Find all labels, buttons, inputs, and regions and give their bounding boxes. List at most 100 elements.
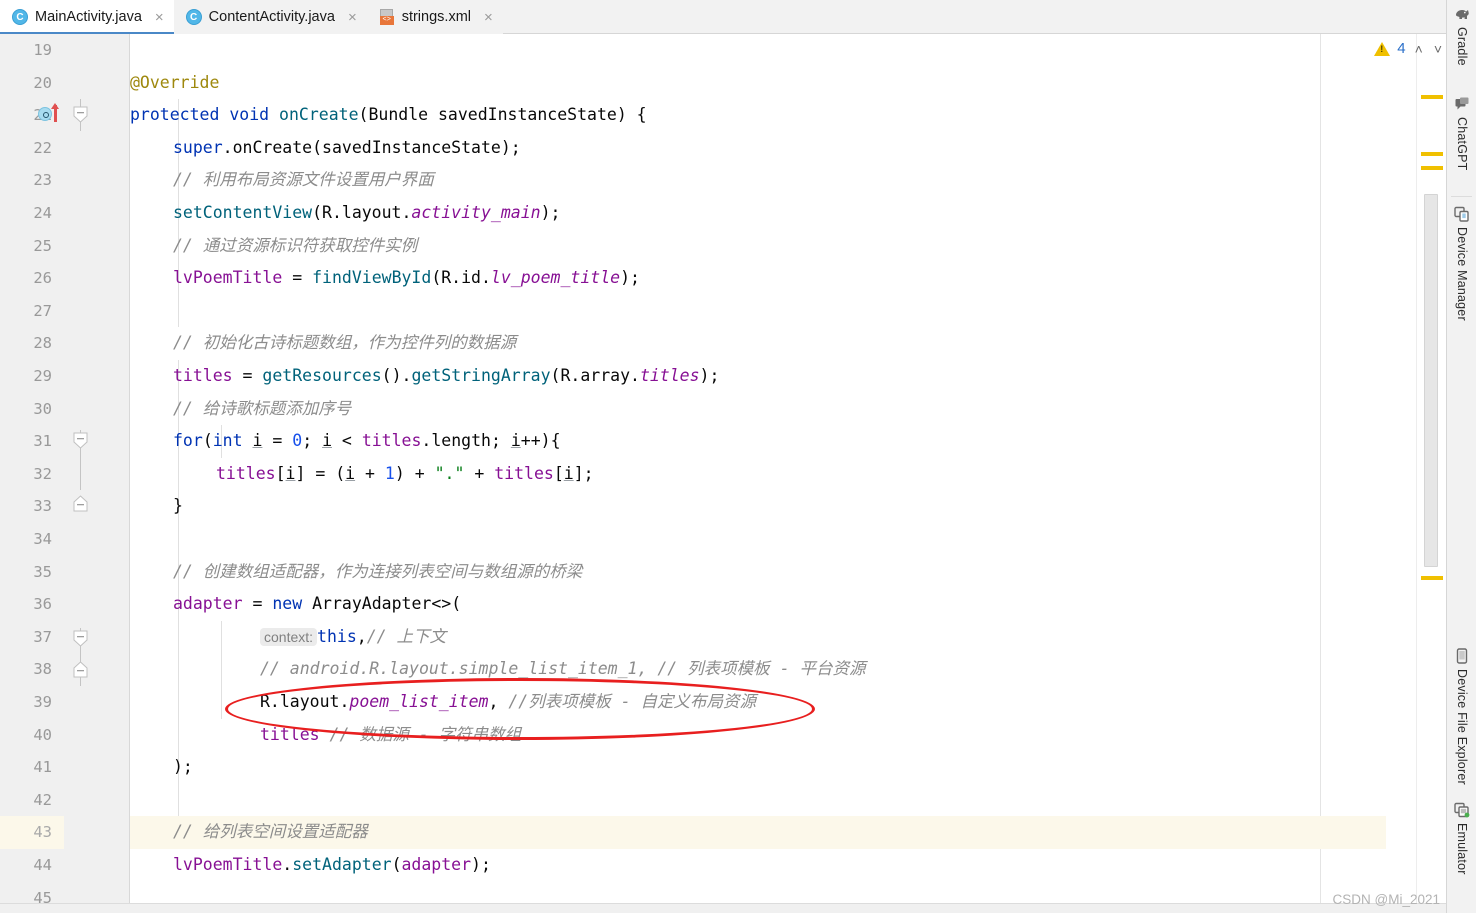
tool-button-chatgpt[interactable]: ChatGPT bbox=[1447, 96, 1476, 171]
line-number: 29 bbox=[33, 367, 52, 385]
code-token: this bbox=[317, 626, 357, 646]
warning-marker[interactable] bbox=[1421, 152, 1443, 156]
tool-label: ChatGPT bbox=[1455, 117, 1469, 171]
code-line: // 创建数组适配器，作为连接列表空间与数组源的桥梁 bbox=[130, 556, 1386, 589]
code-token: i bbox=[322, 431, 332, 451]
code-line: // 给诗歌标题添加序号 bbox=[130, 393, 1386, 426]
inlay-hint-context[interactable]: context: bbox=[260, 627, 318, 646]
tab-contentactivity-java[interactable]: C ContentActivity.java × bbox=[173, 0, 367, 34]
line-number: 32 bbox=[33, 464, 52, 483]
code-token: lv_poem_title bbox=[490, 268, 621, 288]
code-token: Bundle bbox=[368, 105, 429, 125]
close-icon[interactable]: × bbox=[348, 10, 357, 25]
inspection-status-widget[interactable]: 4 ˄ ˅ bbox=[1374, 40, 1444, 57]
chevron-down-icon[interactable]: ˅ bbox=[1432, 41, 1444, 57]
line-number-gutter: 19 20 21 22 23 24 25 26 27 28 29 30 31 3… bbox=[0, 34, 64, 913]
code-line: // 初始化古诗标题数组，作为控件列的数据源 bbox=[130, 327, 1386, 360]
tab-label: strings.xml bbox=[401, 9, 471, 25]
fold-region-end-icon[interactable] bbox=[73, 495, 88, 512]
line-number: 39 bbox=[33, 693, 52, 711]
status-bar bbox=[0, 903, 1446, 913]
code-editor[interactable]: 19 20 21 22 23 24 25 26 27 28 29 30 31 3… bbox=[0, 34, 1446, 913]
code-comment: // 初始化古诗标题数组，作为控件列的数据源 bbox=[173, 333, 517, 353]
code-token: titles bbox=[639, 366, 700, 385]
code-token: i bbox=[252, 431, 263, 451]
line-number: 24 bbox=[33, 204, 52, 222]
tool-button-device-file-explorer[interactable]: Device File Explorer bbox=[1447, 648, 1476, 785]
code-line-current: // 给列表空间设置适配器 bbox=[130, 816, 1386, 849]
code-line: // 利用布局资源文件设置用户界面 bbox=[130, 164, 1386, 197]
tool-button-gradle[interactable]: Gradle bbox=[1447, 6, 1476, 66]
code-comment: // 给列表空间设置适配器 bbox=[173, 822, 368, 842]
code-token: super bbox=[173, 137, 223, 157]
fold-region-end-icon[interactable] bbox=[73, 661, 88, 678]
code-token: new bbox=[272, 594, 303, 614]
watermark: CSDN @Mi_2021 bbox=[1332, 892, 1441, 907]
line-number: 23 bbox=[33, 171, 52, 190]
code-token: poem_list_item bbox=[349, 692, 489, 711]
line-number: 22 bbox=[33, 138, 52, 157]
code-line: // android.R.layout.simple_list_item_1, … bbox=[130, 653, 1386, 686]
code-comment: //列表项模板 - 自定义布局资源 bbox=[508, 692, 757, 711]
close-icon[interactable]: × bbox=[155, 10, 164, 25]
override-method-icon[interactable] bbox=[38, 103, 64, 124]
code-comment: // 利用布局资源文件设置用户界面 bbox=[173, 170, 434, 190]
right-tool-window-bar: Gradle ChatGPT Device Manager Device Fil… bbox=[1446, 0, 1476, 913]
fold-region-icon[interactable] bbox=[73, 106, 88, 123]
code-token: adapter bbox=[401, 855, 472, 874]
code-token: for bbox=[173, 431, 203, 451]
line-number: 38 bbox=[33, 660, 52, 679]
tool-label: Device Manager bbox=[1455, 227, 1469, 321]
code-token: onCreate bbox=[279, 105, 359, 125]
chevron-up-icon[interactable]: ˄ bbox=[1413, 41, 1425, 57]
code-token: getResources bbox=[262, 366, 382, 385]
tab-label: MainActivity.java bbox=[35, 9, 142, 25]
warning-marker[interactable] bbox=[1421, 166, 1443, 170]
java-class-icon: C bbox=[185, 9, 202, 25]
line-number: 41 bbox=[33, 758, 52, 777]
code-text-area[interactable]: @Override protected void onCreate(Bundle… bbox=[130, 34, 1386, 913]
code-line: R.layout.poem_list_item, //列表项模板 - 自定义布局… bbox=[260, 692, 757, 711]
line-number: 30 bbox=[33, 399, 52, 418]
code-token: savedInstanceState bbox=[438, 105, 617, 125]
code-comment: // 上下文 bbox=[366, 626, 447, 646]
code-token: adapter bbox=[173, 594, 243, 614]
code-token: titles bbox=[216, 463, 276, 483]
warning-marker[interactable] bbox=[1421, 576, 1443, 580]
warning-count: 4 bbox=[1397, 40, 1406, 57]
chat-bubble-icon bbox=[1454, 96, 1470, 112]
tool-button-emulator[interactable]: Emulator bbox=[1447, 802, 1476, 875]
close-icon[interactable]: × bbox=[484, 10, 493, 25]
tool-button-device-manager[interactable]: Device Manager bbox=[1447, 206, 1476, 321]
fold-region-icon[interactable] bbox=[73, 432, 88, 449]
line-number: 31 bbox=[33, 432, 52, 451]
code-comment: // 数据源 - 字符串数组 bbox=[329, 724, 522, 744]
code-token: lvPoemTitle bbox=[173, 268, 283, 288]
code-token: int bbox=[212, 431, 243, 451]
tab-label: ContentActivity.java bbox=[208, 9, 335, 25]
code-comment: // 列表项模板 - 平台资源 bbox=[657, 659, 866, 679]
tool-label: Emulator bbox=[1455, 823, 1469, 875]
code-token: "." bbox=[434, 463, 465, 483]
code-token: @Override bbox=[130, 72, 220, 92]
code-token: onCreate bbox=[232, 137, 313, 157]
xml-file-icon: <> bbox=[379, 9, 395, 25]
tool-label: Gradle bbox=[1455, 27, 1469, 66]
warning-marker[interactable] bbox=[1421, 95, 1443, 99]
code-token: void bbox=[229, 105, 270, 125]
line-number: 36 bbox=[33, 595, 52, 614]
line-number: 26 bbox=[33, 269, 52, 288]
fold-region-icon[interactable] bbox=[73, 630, 88, 647]
scrollbar-thumb[interactable] bbox=[1424, 194, 1438, 567]
tab-strings-xml[interactable]: <> strings.xml × bbox=[366, 0, 503, 34]
code-line: for(int i = 0; i < titles.length; i++){ bbox=[173, 431, 561, 451]
line-number: 28 bbox=[33, 334, 52, 353]
editor-marker-scrollbar[interactable]: 4 ˄ ˅ bbox=[1374, 34, 1446, 913]
code-token: titles bbox=[494, 463, 554, 483]
tab-mainactivity-java[interactable]: C MainActivity.java × bbox=[0, 0, 174, 35]
gradle-elephant-icon bbox=[1454, 6, 1470, 22]
